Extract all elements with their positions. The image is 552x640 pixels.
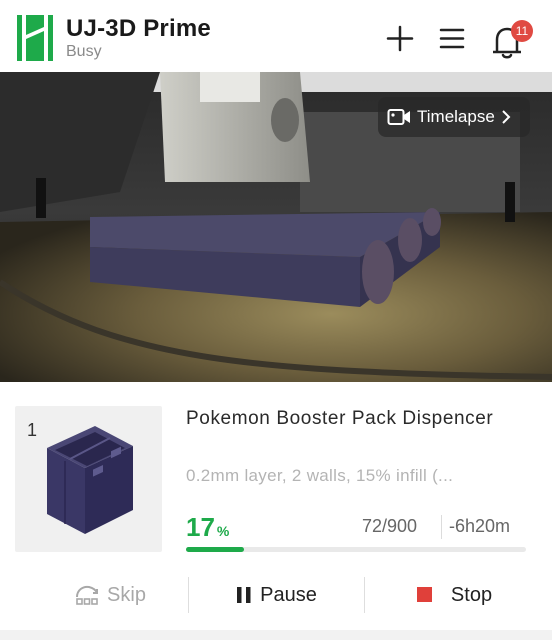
progress-percent-value: 17	[186, 512, 215, 542]
job-name: Pokemon Booster Pack Dispencer	[186, 408, 494, 429]
model-thumbnail[interactable]: 1	[15, 406, 162, 552]
stop-button[interactable]: Stop	[374, 576, 534, 614]
camera-feed[interactable]: Timelapse	[0, 72, 552, 382]
menu-icon	[439, 28, 465, 49]
progress-bar-fill	[186, 547, 244, 552]
video-camera-icon	[387, 109, 410, 125]
pause-button[interactable]: Pause	[196, 576, 356, 614]
remaining-time: -6h20m	[449, 516, 511, 536]
menu-button[interactable]	[437, 22, 467, 54]
action-divider	[364, 577, 365, 613]
stop-icon	[416, 587, 432, 602]
notifications-button[interactable]: 11	[487, 20, 533, 60]
skip-button[interactable]: Skip	[40, 576, 180, 614]
skip-label: Skip	[107, 583, 146, 606]
skip-objects-icon	[76, 585, 99, 605]
layer-count: 72/900	[362, 516, 418, 536]
add-button[interactable]	[385, 22, 415, 54]
chevron-right-icon	[502, 110, 511, 124]
printer-name: UJ-3D Prime	[66, 15, 211, 42]
job-settings: 0.2mm layer, 2 walls, 15% infill (...	[186, 466, 454, 485]
progress-percent: 17%	[186, 512, 229, 543]
stop-label: Stop	[450, 583, 493, 606]
timelapse-label: Timelapse	[417, 107, 495, 126]
pause-icon	[237, 587, 251, 603]
app-header: UJ-3D Prime Busy 11	[0, 0, 552, 72]
plus-icon	[386, 25, 414, 52]
notification-badge: 11	[511, 20, 533, 42]
progress-percent-unit: %	[216, 523, 230, 539]
brand-logo-icon	[17, 15, 53, 61]
action-divider	[188, 577, 189, 613]
model-preview-image	[47, 426, 133, 534]
progress-bar	[186, 547, 526, 552]
printer-status: Busy	[66, 43, 102, 60]
pause-label: Pause	[260, 583, 317, 606]
bottom-strip	[0, 630, 552, 640]
stats-divider	[441, 515, 442, 539]
timelapse-button[interactable]: Timelapse	[378, 97, 530, 137]
